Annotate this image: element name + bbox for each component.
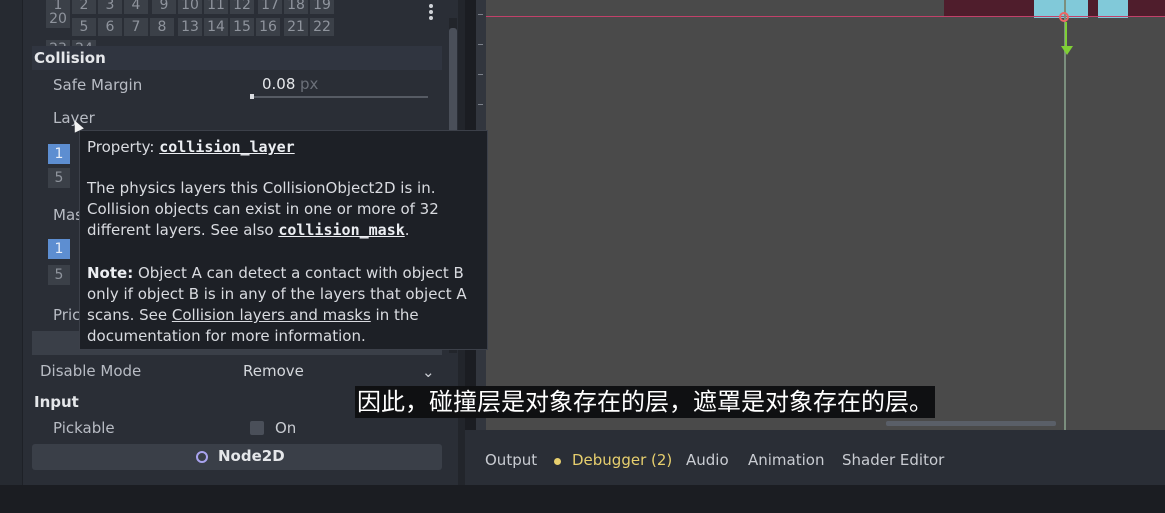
tooltip-code-link[interactable]: collision_mask [278, 221, 404, 239]
layer-cell[interactable]: 8 [150, 18, 174, 36]
inspector-scrollbar-thumb[interactable] [449, 28, 457, 133]
safe-margin-input[interactable]: 0.08 px [248, 72, 430, 99]
node2d-icon [196, 451, 208, 463]
layer-cell[interactable]: 21 [284, 18, 308, 36]
mask-chip-5[interactable]: 5 [48, 265, 70, 285]
video-subtitle: 因此，碰撞层是对象存在的层，遮罩是对象存在的层。 [355, 386, 935, 418]
chevron-down-icon[interactable]: ⌄ [422, 363, 435, 381]
pickable-checkbox-label[interactable]: On [275, 419, 296, 437]
layer-cell[interactable]: 10 [178, 0, 202, 14]
tooltip-property-name: collision_layer [159, 138, 295, 156]
layer-cell[interactable]: 3 [98, 0, 122, 14]
tab-animation[interactable]: Animation [748, 451, 824, 469]
layer-cell[interactable]: 5 [72, 18, 96, 36]
tooltip-text-segment: scans. See [87, 306, 172, 324]
layer-cell[interactable]: 20 [46, 10, 70, 28]
layer-grid-top: 1 2 3 4 9 10 11 12 17 18 19 20 5 6 7 8 1… [46, 0, 358, 58]
tab-audio[interactable]: Audio [686, 451, 729, 469]
tooltip-text: different layers. See also collision_mas… [87, 221, 410, 239]
layer-cell[interactable]: 17 [258, 0, 282, 14]
layer-cell[interactable]: 6 [98, 18, 122, 36]
tooltip-note-label: Note: [87, 264, 134, 282]
tab-debugger[interactable]: Debugger (2) [572, 451, 672, 469]
debugger-status-dot-icon [554, 458, 561, 465]
slider-grabber[interactable] [250, 94, 254, 99]
tooltip-text-segment: . [404, 221, 410, 239]
layer-cell[interactable]: 16 [256, 18, 280, 36]
dock-divider [22, 0, 23, 485]
tooltip-text-segment: different layers. See also [87, 221, 279, 239]
layer-cell[interactable]: 18 [284, 0, 308, 14]
tab-shader-editor[interactable]: Shader Editor [842, 451, 944, 469]
layer-chip-5[interactable]: 5 [48, 168, 70, 188]
tooltip-text: only if object B is in any of the layers… [87, 285, 467, 303]
tooltip-text: scans. See Collision layers and masks in… [87, 306, 419, 324]
pickable-label: Pickable [53, 419, 115, 437]
tooltip-text-segment: in the [370, 306, 419, 324]
layer-cell[interactable]: 19 [310, 0, 334, 14]
disable-mode-dropdown[interactable]: Remove [243, 362, 304, 380]
origin-gizmo-icon[interactable] [1059, 12, 1069, 22]
layer-cell[interactable]: 7 [124, 18, 148, 36]
tooltip-title: Property: collision_layer [87, 138, 295, 156]
layer-cell[interactable]: 12 [230, 0, 254, 14]
gizmo-y-handle[interactable] [1065, 22, 1067, 48]
layer-cell[interactable]: 11 [204, 0, 228, 14]
canvas-2d[interactable] [486, 0, 1165, 430]
property-tooltip: Property: collision_layer The physics la… [79, 130, 488, 350]
tooltip-text: documentation for more information. [87, 327, 366, 345]
priority-label: Pric [53, 306, 81, 324]
layer-cell[interactable]: 9 [152, 0, 176, 14]
dock-left-edge [0, 0, 22, 485]
tooltip-text: Note: Object A can detect a contact with… [87, 264, 464, 282]
tooltip-doc-link[interactable]: Collision layers and masks [172, 306, 371, 324]
tooltip-text: The physics layers this CollisionObject2… [87, 179, 436, 197]
safe-margin-label: Safe Margin [53, 76, 143, 94]
layer-cell[interactable]: 15 [230, 18, 254, 36]
node2d-section-button[interactable]: Node2D [32, 444, 442, 470]
disable-mode-label: Disable Mode [40, 362, 142, 380]
layer-cell[interactable]: 14 [204, 18, 228, 36]
layer-cell[interactable]: 4 [124, 0, 148, 14]
tooltip-property-prefix: Property: [87, 138, 160, 156]
safe-margin-unit: px [300, 75, 319, 93]
viewport-hscrollbar[interactable] [886, 421, 1056, 426]
safe-margin-value: 0.08 [262, 75, 296, 93]
tab-output[interactable]: Output [485, 451, 537, 469]
pickable-checkbox[interactable] [250, 421, 264, 435]
layer-cell[interactable]: 13 [178, 18, 202, 36]
layer-chip-1[interactable]: 1 [48, 144, 70, 164]
tooltip-text-segment: Object A can detect a contact with objec… [133, 264, 464, 282]
mask-chip-1[interactable]: 1 [48, 239, 70, 259]
kebab-menu-icon[interactable] [424, 2, 438, 26]
tooltip-text: Collision objects can exist in one or mo… [87, 200, 439, 218]
layer-cell[interactable]: 2 [72, 0, 96, 14]
layer-cell[interactable]: 22 [310, 18, 334, 36]
slider-track [250, 96, 428, 98]
y-axis-line [1064, 0, 1066, 430]
node2d-label: Node2D [218, 447, 285, 465]
bottom-panel-tabs: Output Debugger (2) Audio Animation Shad… [465, 430, 1165, 485]
arrow-down-icon[interactable] [1061, 46, 1073, 55]
section-collision[interactable]: Collision [32, 46, 442, 70]
